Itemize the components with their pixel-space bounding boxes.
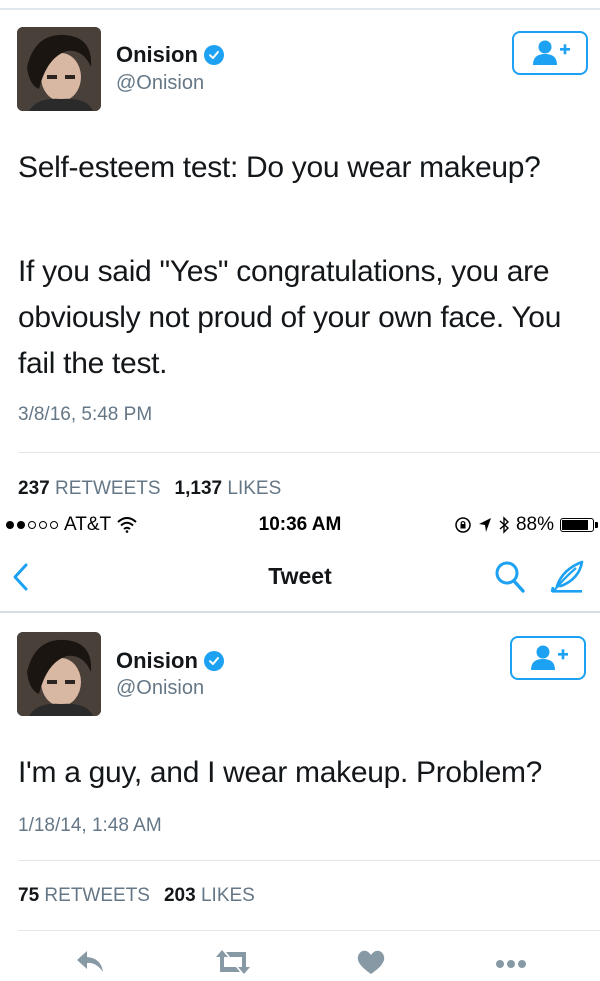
heart-icon xyxy=(357,950,385,974)
retweet-button[interactable] xyxy=(214,948,252,981)
verified-badge-icon xyxy=(203,45,224,65)
search-icon xyxy=(495,561,525,593)
tweet-text: I'm a guy, and I wear makeup. Problem? xyxy=(18,756,543,789)
retweets-label: RETWEETS xyxy=(44,885,150,906)
likes-stat[interactable]: 1,137 LIKES xyxy=(175,478,282,499)
author-name[interactable]: Onision xyxy=(116,648,198,674)
tweet-stats: 237 RETWEETS 1,137 LIKES xyxy=(18,478,281,500)
reply-button[interactable] xyxy=(74,948,106,981)
retweets-stat[interactable]: 237 RETWEETS xyxy=(18,478,161,499)
location-arrow-icon xyxy=(478,518,491,532)
battery-percent: 88% xyxy=(515,514,554,535)
tweet-stats: 75 RETWEETS 203 LIKES xyxy=(18,885,255,907)
add-user-icon xyxy=(533,40,570,65)
reply-icon xyxy=(77,951,103,972)
author-name[interactable]: Onision xyxy=(116,42,198,68)
tweet-text-paragraph: If you said "Yes" congratulations, you a… xyxy=(18,255,562,380)
more-dots-icon xyxy=(496,960,526,968)
tweet-text-paragraph: Self-esteem test: Do you wear makeup? xyxy=(18,151,541,184)
author-handle[interactable]: @Onision xyxy=(116,72,204,95)
retweets-label: RETWEETS xyxy=(54,478,161,499)
search-button[interactable] xyxy=(494,560,526,599)
tweet-actions xyxy=(0,948,600,981)
follow-button[interactable] xyxy=(512,31,588,75)
follow-button[interactable] xyxy=(510,636,586,680)
verified-badge-icon xyxy=(203,651,224,671)
author-handle[interactable]: @Onision xyxy=(116,677,204,700)
more-button[interactable] xyxy=(494,948,528,981)
likes-count: 1,137 xyxy=(174,478,223,499)
avatar[interactable] xyxy=(17,27,101,111)
status-right: 88% xyxy=(454,514,598,536)
orientation-lock-icon xyxy=(455,517,471,533)
retweets-stat[interactable]: 75 RETWEETS xyxy=(18,885,150,906)
author-name-row[interactable]: Onision xyxy=(116,42,224,68)
retweets-count: 75 xyxy=(18,885,40,906)
status-bar: AT&T 10:36 AM 88% xyxy=(0,508,600,542)
battery-icon xyxy=(560,518,598,532)
compose-feather-icon xyxy=(550,560,584,593)
likes-count: 203 xyxy=(163,885,196,906)
divider xyxy=(18,860,600,861)
bluetooth-icon xyxy=(499,516,509,534)
likes-label: LIKES xyxy=(227,478,282,499)
likes-stat[interactable]: 203 LIKES xyxy=(164,885,255,906)
avatar[interactable] xyxy=(17,632,101,716)
compose-button[interactable] xyxy=(549,559,585,600)
likes-label: LIKES xyxy=(200,885,255,906)
author-name-row[interactable]: Onision xyxy=(116,648,224,674)
retweet-icon xyxy=(216,950,250,974)
divider xyxy=(18,930,600,931)
tweet-timestamp[interactable]: 3/8/16, 5:48 PM xyxy=(18,404,152,426)
top-separator xyxy=(0,8,600,10)
tweet-timestamp[interactable]: 1/18/14, 1:48 AM xyxy=(18,815,162,837)
nav-bar: Tweet xyxy=(0,545,600,613)
retweets-count: 237 xyxy=(18,478,50,499)
like-button[interactable] xyxy=(356,948,386,981)
divider xyxy=(18,452,600,453)
add-user-icon xyxy=(531,645,568,670)
